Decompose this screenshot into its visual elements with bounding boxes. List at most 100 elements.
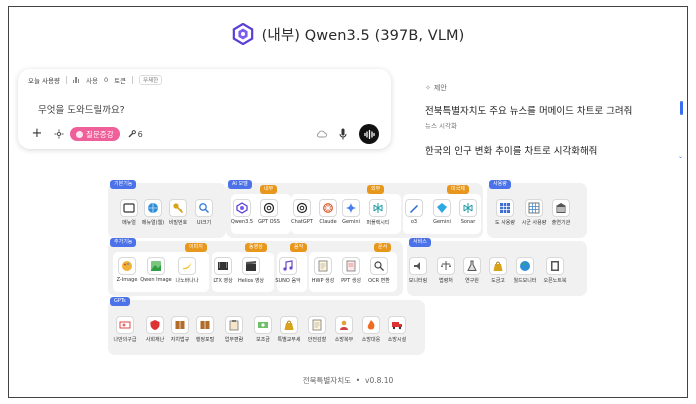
tool-tile[interactable]: ChatGPT xyxy=(289,199,315,225)
tool-tile[interactable]: 나만의구급 xyxy=(112,316,138,343)
tool-tile[interactable]: 나노바나나 xyxy=(174,257,200,284)
tool-tile[interactable]: UI크기 xyxy=(191,199,217,226)
manual-icon xyxy=(225,316,243,334)
tool-tile[interactable]: 자치법규 xyxy=(167,316,193,343)
tool-tile[interactable]: 오픈노트북 xyxy=(542,257,568,284)
tool-tile[interactable]: 소방대응 xyxy=(358,316,384,343)
tool-tile[interactable]: 보조금 xyxy=(250,316,276,343)
footer-version: v0.8.10 xyxy=(365,376,394,385)
tool-tile[interactable]: Qwen Image xyxy=(140,257,172,283)
document-icon xyxy=(314,257,332,275)
tool-label: 도금고 xyxy=(491,278,505,284)
banana-icon xyxy=(178,257,196,275)
tool-tile[interactable]: 사회재난 xyxy=(142,316,168,343)
category-tag: 문서 xyxy=(374,243,392,252)
suggestion-title: 전북특별자치도 주요 뉴스를 머메이드 차트로 그려줘 xyxy=(425,106,633,117)
tool-label: 소방시설 xyxy=(387,337,407,343)
tool-tile[interactable]: 특별교부세 xyxy=(276,316,302,343)
tool-tile[interactable]: 법령처 xyxy=(433,257,459,284)
tool-tile[interactable]: 연구원 xyxy=(459,257,485,284)
group-title-basic: 기본기능 xyxy=(110,180,137,189)
usage-row: 오늘 사용량 사용 0 토큰 무제한 xyxy=(28,75,163,85)
tool-tile[interactable]: 안전감찰 xyxy=(304,316,330,343)
tool-tile[interactable]: 메뉴얼 xyxy=(116,199,142,226)
tool-tile[interactable]: Gemini xyxy=(429,199,455,225)
claude-icon xyxy=(319,199,337,217)
tool-label: 메뉴얼(웹) xyxy=(141,220,165,226)
tool-tile[interactable]: 비밀번호 xyxy=(165,199,191,226)
tool-tile[interactable]: 소방복무 xyxy=(331,316,357,343)
tool-tile[interactable]: OCR 변환 xyxy=(366,257,392,284)
qwen-logo-icon xyxy=(232,23,253,45)
tool-label: 오픈노트북 xyxy=(543,278,567,284)
category-tag: 동영상 xyxy=(245,243,267,252)
bulb-icon xyxy=(76,130,83,138)
tool-label: 모니터링 xyxy=(408,278,428,284)
tool-label: 보조금 xyxy=(256,337,270,343)
tool-tile[interactable]: 업무편람 xyxy=(221,316,247,343)
tool-label: Qwen Image xyxy=(140,277,172,283)
sonar-icon xyxy=(459,199,477,217)
tool-tile[interactable]: SUNO 음악 xyxy=(275,257,301,284)
plus-icon[interactable]: + xyxy=(30,127,44,141)
footer-dot: • xyxy=(353,376,363,385)
tool-tile[interactable]: 퍼플렉시티 xyxy=(365,199,391,226)
app-frame: (내부) Qwen3.5 (397B, VLM) 오늘 사용량 사용 0 토큰 … xyxy=(8,6,688,398)
tool-tile[interactable]: 도금고 xyxy=(485,257,511,284)
openai-icon xyxy=(260,199,278,217)
tools-button[interactable]: 6 xyxy=(128,130,143,139)
tool-tile[interactable]: Gemini xyxy=(338,199,364,225)
suggestion-item[interactable]: 전북특별자치도 주요 뉴스를 머메이드 차트로 그려줘 뉴스 시각화 xyxy=(425,101,687,130)
tool-label: 소방복무 xyxy=(334,337,354,343)
tool-tile[interactable]: 시군 사용량 xyxy=(521,199,547,226)
firefighter-icon xyxy=(335,316,353,334)
cloud-icon[interactable] xyxy=(316,130,327,138)
tool-tile[interactable]: 메뉴얼(웹) xyxy=(140,199,166,226)
music-note-icon xyxy=(279,257,297,275)
voice-mode-button[interactable] xyxy=(359,124,379,144)
tool-tile[interactable]: 소방시설 xyxy=(384,316,410,343)
tool-tile[interactable]: o3 xyxy=(401,199,427,225)
tool-tile[interactable]: 월드모니터 xyxy=(512,257,538,284)
category-tag: 이미지 xyxy=(185,243,207,252)
tool-tile[interactable]: Z-Image xyxy=(114,257,140,283)
footer-org: 전북특별자치도 xyxy=(302,376,352,385)
tool-tile[interactable]: PPT 생성 xyxy=(338,257,364,284)
bar-chart-icon xyxy=(72,77,80,83)
tool-tile[interactable]: 모니터링 xyxy=(405,257,431,284)
treasury-icon xyxy=(489,257,507,275)
ocr-search-icon xyxy=(370,257,388,275)
law-book-icon xyxy=(171,316,189,334)
tool-label: 월드모니터 xyxy=(513,278,537,284)
tool-tile[interactable]: Helios 영상 xyxy=(238,257,264,284)
fire-icon xyxy=(362,316,380,334)
tool-tile[interactable]: 도 사용량 xyxy=(492,199,518,226)
tool-label: 특별교부세 xyxy=(277,337,301,343)
tool-label: 나만의구급 xyxy=(113,337,137,343)
scroll-indicator[interactable] xyxy=(680,101,683,115)
tool-label: 행정포털 xyxy=(195,337,215,343)
tool-label: 시군 사용량 xyxy=(521,220,547,226)
tool-label: 비밀번호 xyxy=(168,220,188,226)
tool-tile[interactable]: 출연기관 xyxy=(548,199,574,226)
tool-tile[interactable]: 행정포털 xyxy=(192,316,218,343)
tool-tile[interactable]: Sonar xyxy=(455,199,481,225)
mountain-image-icon xyxy=(147,257,165,275)
tool-tile[interactable]: HWP 생성 xyxy=(310,257,336,284)
prompt-input[interactable]: 무엇을 도와드릴까요? xyxy=(38,102,125,116)
question-augment-button[interactable]: 질문증강 xyxy=(70,127,120,141)
subsidy-icon xyxy=(254,316,272,334)
suggestion-item[interactable]: 한국의 인구 변화 추이를 차트로 시각화해줘 ⌄ xyxy=(425,143,687,160)
chevron-down-icon[interactable]: ⌄ xyxy=(678,153,683,160)
chat-actions xyxy=(316,124,379,144)
tool-tile[interactable]: LTX 영상 xyxy=(210,257,236,284)
tool-tile[interactable]: Qwen3.5 xyxy=(229,199,255,225)
sparkle-settings-icon[interactable] xyxy=(54,129,64,139)
tool-label: Gemini xyxy=(433,219,451,225)
microphone-icon[interactable] xyxy=(339,128,347,140)
tool-label: 소방대응 xyxy=(361,337,381,343)
tool-tile[interactable]: GPT OSS xyxy=(256,199,282,225)
usage-prefix: 사용 xyxy=(85,77,98,85)
suggestion-title: 한국의 인구 변화 추이를 차트로 시각화해줘 xyxy=(425,146,598,157)
tool-label: Sonar xyxy=(460,219,476,225)
